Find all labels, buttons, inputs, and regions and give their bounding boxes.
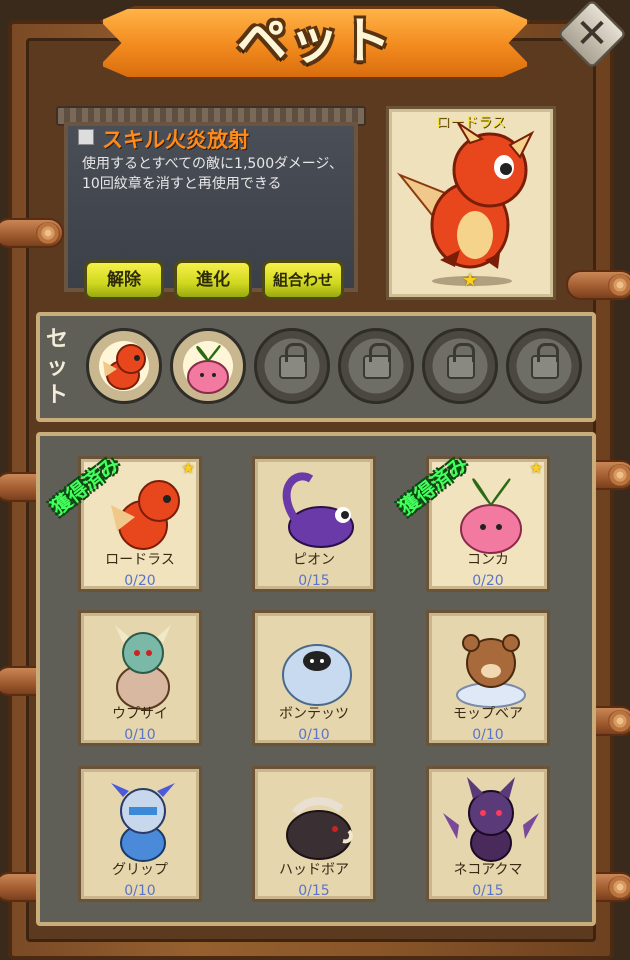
pet-name: モップベア (453, 706, 523, 722)
pet-name: ネコアクマ (453, 862, 523, 878)
pet-card[interactable]: ピオン 0/15 (252, 456, 376, 592)
blue-dragon-icon (111, 783, 175, 862)
cat-demon-icon (443, 777, 539, 862)
pet-card[interactable]: ウプサイ 0/10 (78, 610, 202, 746)
lock-icon (279, 343, 307, 379)
boar-icon (286, 797, 353, 860)
star-icon: ★ (529, 459, 543, 477)
pink-radish-icon (187, 345, 229, 394)
red-dragon-icon (103, 344, 146, 390)
pet-card[interactable]: グリップ 0/10 (78, 766, 202, 902)
set-label: セット (45, 327, 68, 408)
minotaur-icon (115, 625, 171, 710)
pet-count: 0/10 (298, 727, 330, 743)
lock-icon (447, 343, 475, 379)
pet-name: ボンテッツ (279, 706, 349, 722)
lock-icon (531, 343, 559, 379)
set-slot-1[interactable] (86, 328, 162, 404)
pet-name: グリップ (112, 862, 168, 878)
lock-icon (363, 343, 391, 379)
set-slot-4[interactable] (338, 328, 414, 404)
star-icon: ★ (181, 459, 195, 477)
set-slot-5[interactable] (422, 328, 498, 404)
pet-count: 0/15 (472, 883, 504, 899)
pet-name: コンカ (467, 552, 509, 568)
set-slot-3[interactable] (254, 328, 330, 404)
pet-card[interactable]: ボンテッツ 0/10 (252, 610, 376, 746)
red-dragon-icon (396, 122, 535, 269)
set-slot-2[interactable] (170, 328, 246, 404)
pet-count: 0/20 (472, 573, 504, 589)
pet-count: 0/20 (124, 573, 156, 589)
pet-card[interactable]: ハッドボア 0/15 (252, 766, 376, 902)
pet-count: 0/10 (124, 883, 156, 899)
purple-scorpion-icon (282, 472, 354, 548)
pet-name: ロードラス (105, 552, 175, 568)
set-slot-6[interactable] (506, 328, 582, 404)
yeti-icon (282, 644, 352, 706)
pet-card[interactable]: モップベア 0/10 (426, 610, 550, 746)
pet-card[interactable]: ネコアクマ 0/15 (426, 766, 550, 902)
pet-count: 0/15 (298, 573, 330, 589)
bear-icon (456, 634, 526, 708)
pet-count: 0/15 (298, 883, 330, 899)
pet-count: 0/10 (124, 727, 156, 743)
pet-name: ピオン (293, 552, 335, 568)
pet-count: 0/10 (472, 727, 504, 743)
pet-name: ウプサイ (112, 706, 168, 722)
preview-star-icon: ★ (462, 270, 479, 291)
pet-name: ハッドボア (279, 862, 349, 878)
